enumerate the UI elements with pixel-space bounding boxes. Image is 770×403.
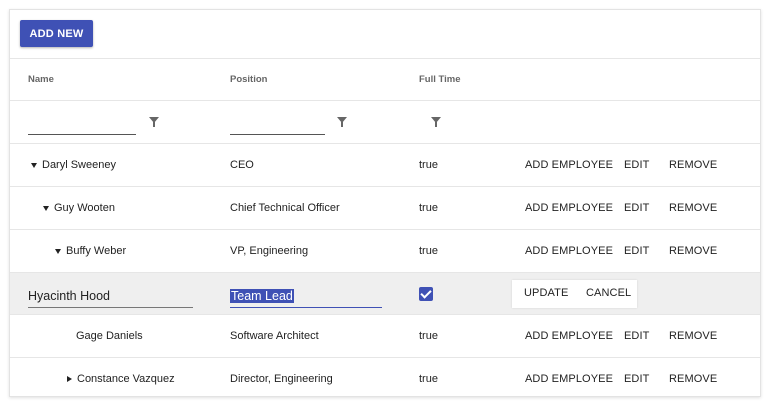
row-actions: ADD EMPLOYEE EDIT REMOVE (10, 315, 760, 357)
edit-row: Team Lead UPDATE CANCEL (10, 273, 760, 315)
header-row: Name Position Full Time (10, 59, 760, 101)
row-actions: ADD EMPLOYEE EDIT REMOVE (10, 230, 760, 272)
table-row: Constance Vazquez Director, Engineering … (10, 358, 760, 396)
cancel-button[interactable]: CANCEL (586, 287, 631, 299)
table-row: Buffy Weber VP, Engineering true ADD EMP… (10, 230, 760, 273)
selected-text: Team Lead (230, 289, 294, 303)
remove-button[interactable]: REMOVE (669, 202, 717, 214)
name-filter-input[interactable] (28, 115, 134, 133)
row-actions: ADD EMPLOYEE EDIT REMOVE (10, 144, 760, 186)
add-employee-button[interactable]: ADD EMPLOYEE (525, 159, 613, 171)
remove-button[interactable]: REMOVE (669, 245, 717, 257)
name-edit-input[interactable] (28, 285, 191, 307)
position-edit-input[interactable]: Team Lead (230, 285, 380, 307)
full-time-checkbox[interactable] (419, 287, 433, 301)
edit-button[interactable]: EDIT (624, 330, 649, 342)
name-filter-underline (28, 134, 136, 135)
toolbar: ADD NEW (10, 10, 760, 59)
add-employee-button[interactable]: ADD EMPLOYEE (525, 202, 613, 214)
edit-button[interactable]: EDIT (624, 373, 649, 385)
table-row: Gage Daniels Software Architect true ADD… (10, 315, 760, 358)
column-header-full-time[interactable]: Full Time (419, 59, 461, 100)
name-filter-icon[interactable] (149, 117, 159, 127)
name-edit-underline (28, 307, 193, 308)
row-actions: ADD EMPLOYEE EDIT REMOVE (10, 358, 760, 396)
column-header-position[interactable]: Position (230, 59, 267, 100)
add-employee-button[interactable]: ADD EMPLOYEE (525, 245, 613, 257)
edit-actions: UPDATE CANCEL (512, 280, 637, 308)
table-row: Guy Wooten Chief Technical Officer true … (10, 187, 760, 230)
edit-button[interactable]: EDIT (624, 245, 649, 257)
row-actions: ADD EMPLOYEE EDIT REMOVE (10, 187, 760, 229)
table-row: Daryl Sweeney CEO true ADD EMPLOYEE EDIT… (10, 144, 760, 187)
add-employee-button[interactable]: ADD EMPLOYEE (525, 330, 613, 342)
position-filter-underline (230, 134, 325, 135)
edit-button[interactable]: EDIT (624, 202, 649, 214)
remove-button[interactable]: REMOVE (669, 159, 717, 171)
remove-button[interactable]: REMOVE (669, 330, 717, 342)
filter-row (10, 101, 760, 144)
position-filter-input[interactable] (230, 115, 323, 133)
position-filter-icon[interactable] (337, 117, 347, 127)
update-button[interactable]: UPDATE (524, 287, 568, 299)
treelist: ADD NEW Name Position Full Time Daryl Sw… (9, 9, 761, 397)
column-header-name[interactable]: Name (28, 59, 54, 100)
add-employee-button[interactable]: ADD EMPLOYEE (525, 373, 613, 385)
add-new-button[interactable]: ADD NEW (20, 20, 93, 47)
position-edit-underline (230, 307, 382, 308)
edit-button[interactable]: EDIT (624, 159, 649, 171)
remove-button[interactable]: REMOVE (669, 373, 717, 385)
full-time-filter-icon[interactable] (431, 117, 441, 127)
